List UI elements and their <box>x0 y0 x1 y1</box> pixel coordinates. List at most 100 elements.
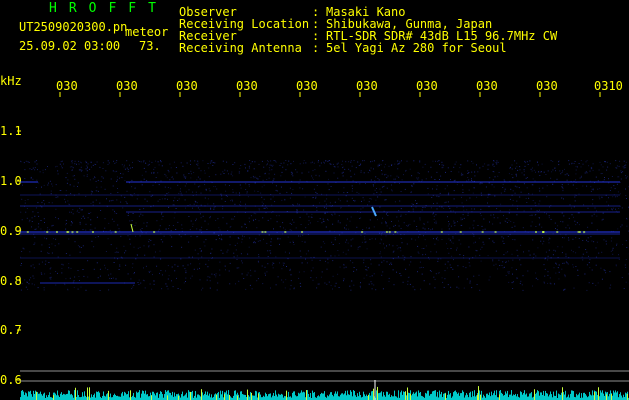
noise-dot <box>391 190 393 192</box>
noise-dot <box>409 223 411 225</box>
noise-dot <box>248 217 250 219</box>
noise-dot <box>70 267 72 269</box>
noise-dot <box>74 178 76 180</box>
noise-dot <box>357 246 359 248</box>
noise-dot <box>293 287 295 289</box>
noise-dot <box>385 223 387 225</box>
noise-dot <box>454 225 456 227</box>
amplitude-bar <box>138 392 139 400</box>
amplitude-spike <box>247 389 248 400</box>
noise-dot <box>397 256 399 258</box>
noise-dot <box>381 274 383 276</box>
noise-dot <box>525 177 527 179</box>
noise-dot <box>254 270 256 272</box>
noise-dot <box>539 200 541 202</box>
noise-dot <box>365 265 367 267</box>
amplitude-bar <box>203 395 204 400</box>
noise-dot <box>544 268 546 270</box>
amplitude-bar <box>542 394 543 400</box>
noise-dot <box>65 190 67 192</box>
noise-dot <box>305 253 307 255</box>
amplitude-bar <box>83 396 84 400</box>
noise-dot <box>156 265 158 267</box>
noise-dot <box>69 184 71 186</box>
noise-dot <box>538 171 539 173</box>
noise-dot <box>259 240 261 242</box>
amplitude-bar <box>416 391 417 400</box>
noise-dot <box>114 212 116 214</box>
noise-dot <box>240 187 242 189</box>
noise-dot <box>456 249 457 251</box>
amplitude-bar <box>366 394 367 400</box>
noise-dot <box>365 241 367 243</box>
noise-dot <box>453 259 454 261</box>
noise-dot <box>354 200 356 202</box>
noise-dot <box>256 280 258 282</box>
noise-dot <box>90 161 92 163</box>
noise-dot <box>83 175 85 177</box>
noise-dot <box>216 289 218 291</box>
noise-dot <box>467 214 469 216</box>
noise-dot <box>189 229 191 231</box>
amplitude-bar <box>170 392 171 400</box>
noise-dot <box>625 267 627 268</box>
noise-dot <box>339 222 341 224</box>
axis-ticks <box>17 92 601 381</box>
amplitude-bar <box>359 391 360 400</box>
noise-dot <box>186 162 188 164</box>
noise-dot <box>281 199 283 201</box>
noise-dot <box>370 198 372 200</box>
noise-dot <box>66 172 68 174</box>
noise-dot <box>580 177 582 178</box>
amplitude-bar <box>188 390 189 400</box>
noise-dot <box>360 163 362 165</box>
amplitude-bar <box>384 395 385 400</box>
noise-dot <box>166 193 168 194</box>
amplitude-bar <box>595 391 596 400</box>
noise-dot <box>349 285 351 287</box>
noise-dot <box>138 284 140 285</box>
noise-dot <box>379 251 381 253</box>
amplitude-bar <box>116 395 117 400</box>
noise-dot <box>72 209 74 211</box>
noise-dot <box>421 273 423 275</box>
amplitude-bar <box>570 393 571 400</box>
amplitude-bar <box>82 392 83 400</box>
noise-dot <box>547 271 549 273</box>
noise-dot <box>209 162 211 164</box>
noise-dot <box>204 170 205 172</box>
noise-dot <box>573 287 575 289</box>
noise-dot <box>389 263 390 265</box>
noise-dot <box>372 184 374 186</box>
noise-dot <box>444 263 446 265</box>
noise-dot <box>600 267 602 269</box>
amplitude-bar <box>331 392 332 400</box>
noise-dot <box>206 279 208 281</box>
noise-dot <box>138 279 140 281</box>
noise-dot <box>305 227 307 229</box>
noise-dot <box>263 198 265 200</box>
noise-dot <box>65 278 67 280</box>
amplitude-spike <box>75 387 76 400</box>
noise-dot <box>595 247 597 249</box>
noise-dot <box>33 277 35 279</box>
noise-dot <box>532 239 534 241</box>
noise-dot <box>450 171 452 172</box>
noise-dot <box>515 167 516 169</box>
noise-dot <box>492 240 494 242</box>
amplitude-bar <box>38 393 39 400</box>
noise-dot <box>197 162 199 164</box>
noise-dot <box>219 261 221 263</box>
noise-dot <box>615 208 616 210</box>
noise-dot <box>74 241 76 243</box>
noise-dot <box>229 236 231 238</box>
amplitude-bar <box>293 391 294 400</box>
noise-dot <box>508 173 510 175</box>
noise-dot <box>276 215 278 217</box>
noise-dot <box>396 175 398 177</box>
noise-dot <box>176 277 177 279</box>
noise-dot <box>202 215 204 217</box>
noise-dot <box>381 261 383 263</box>
amplitude-bar <box>383 392 384 400</box>
noise-dot <box>502 187 504 188</box>
